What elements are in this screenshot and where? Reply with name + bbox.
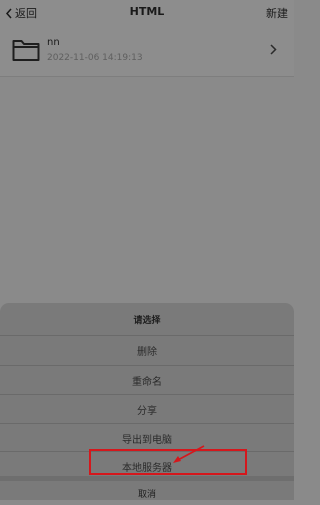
list-item[interactable] (0, 24, 294, 77)
delete-option[interactable]: 删除 (0, 335, 294, 365)
highlight-box (89, 449, 247, 475)
chevron-right-icon[interactable] (270, 44, 277, 55)
dim-overlay[interactable] (0, 77, 294, 303)
new-button[interactable]: 新建 (266, 5, 288, 21)
file-name: nn (47, 37, 60, 48)
folder-icon (12, 40, 40, 61)
share-option[interactable]: 分享 (0, 394, 294, 424)
rename-option[interactable]: 重命名 (0, 365, 294, 395)
action-sheet-title: 请选择 (133, 315, 161, 326)
arrow-icon (173, 445, 205, 463)
page-title: HTML (129, 5, 165, 18)
cancel-button[interactable]: 取消 (0, 476, 294, 505)
file-date: 2022-11-06 14:19:13 (47, 53, 143, 63)
navigation-bar: 返回 HTML 新建 (0, 0, 294, 24)
